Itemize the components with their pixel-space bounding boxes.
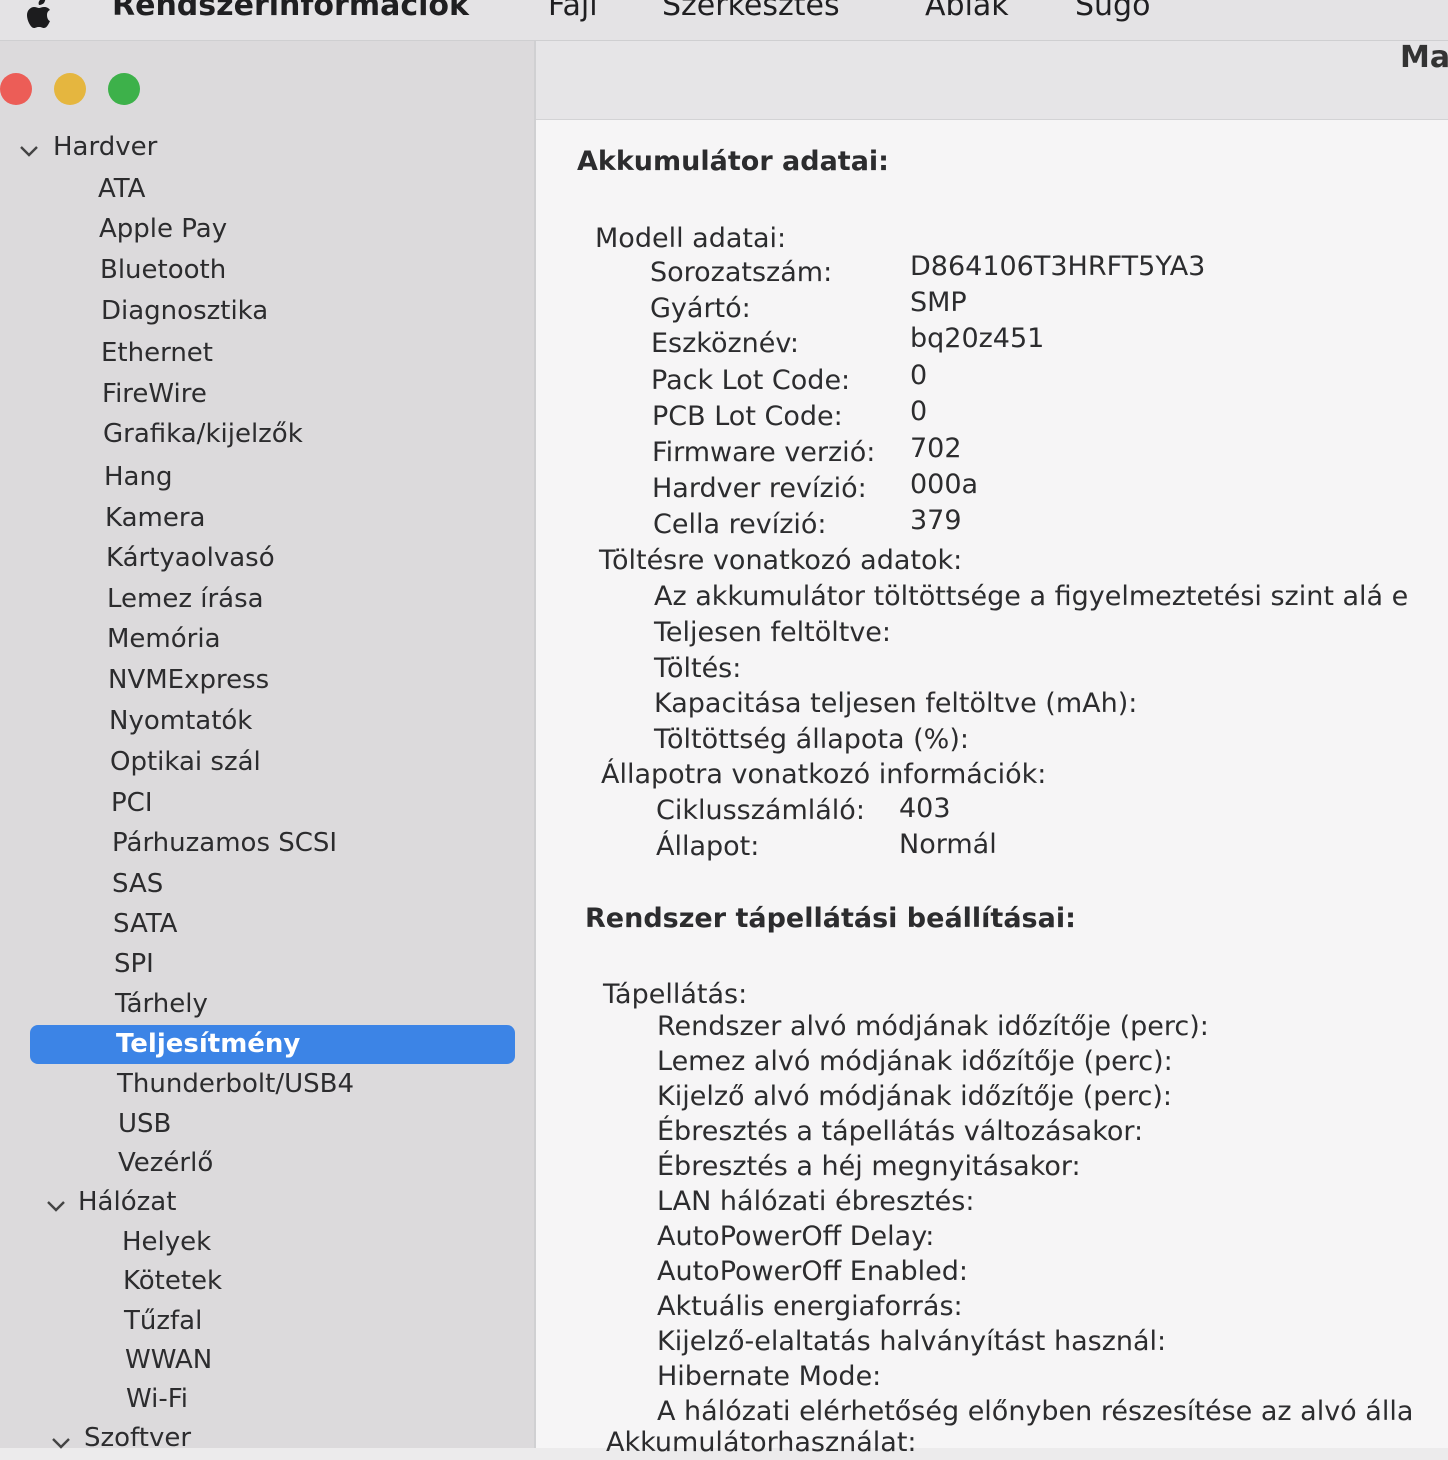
sidebar-item-firewire[interactable]: FireWire <box>102 377 207 411</box>
chevron-down-icon[interactable] <box>18 140 40 162</box>
menu-app-name[interactable]: Rendszerinformációk <box>112 0 469 23</box>
sidebar-item-nvmexpress[interactable]: NVMExpress <box>108 663 269 697</box>
menu-file[interactable]: Fájl <box>548 0 598 23</box>
section-heading-battery: Akkumulátor adatai: <box>577 146 889 177</box>
power-field-label: Lemez alvó módjának időzítője (perc): <box>657 1046 1173 1077</box>
battery-field-label: Gyártó: <box>650 293 751 324</box>
battery-field-label: PCB Lot Code: <box>652 401 843 432</box>
power-field-label: Kijelző-elaltatás halványítást használ: <box>657 1326 1167 1357</box>
sidebar-item-lemez-r-sa[interactable]: Lemez írása <box>107 582 264 616</box>
header-title: Ma <box>1400 40 1448 75</box>
sidebar-item-usb[interactable]: USB <box>118 1107 171 1141</box>
battery-field-label: Eszköznév: <box>651 328 799 359</box>
subsection-status-info: Állapotra vonatkozó információk: <box>601 759 1047 790</box>
power-field-label: Ébresztés a héj megnyitásakor: <box>657 1151 1081 1182</box>
power-field-label: Ébresztés a tápellátás változásakor: <box>657 1116 1144 1147</box>
sidebar-group-network[interactable]: Hálózat <box>78 1185 176 1219</box>
chevron-down-icon[interactable] <box>50 1432 72 1454</box>
sidebar-item-optikai-sz-l[interactable]: Optikai szál <box>110 745 261 779</box>
sidebar-item-wwan[interactable]: WWAN <box>125 1343 212 1377</box>
power-field-label: Rendszer alvó módjának időzítője (perc): <box>657 1011 1209 1042</box>
power-field-label: Aktuális energiaforrás: <box>657 1291 963 1322</box>
sidebar-group-hardware[interactable]: Hardver <box>53 130 157 164</box>
charge-field-label: Kapacitása teljesen feltöltve (mAh): <box>654 688 1138 719</box>
charge-field-label: Teljesen feltöltve: <box>654 617 892 648</box>
battery-field-label: Pack Lot Code: <box>651 365 851 396</box>
sidebar-item-vez-rl-[interactable]: Vezérlő <box>118 1146 213 1180</box>
battery-field-value: SMP <box>910 287 967 318</box>
sidebar-item-teljes-tm-ny[interactable]: Teljesítmény <box>116 1027 300 1061</box>
sidebar-item-sas[interactable]: SAS <box>112 867 163 901</box>
charge-field-label: Az akkumulátor töltöttsége a figyelmezte… <box>654 581 1409 612</box>
battery-field-label: Firmware verzió: <box>652 437 876 468</box>
battery-field-value: 000a <box>910 469 979 500</box>
sidebar-item-k-tetek[interactable]: Kötetek <box>123 1264 222 1298</box>
subsection-power: Tápellátás: <box>603 979 748 1010</box>
sidebar-item-wi-fi[interactable]: Wi-Fi <box>126 1382 188 1416</box>
sidebar-item-nyomtat-k[interactable]: Nyomtatók <box>109 704 252 738</box>
sidebar-item-p-rhuzamos-scsi[interactable]: Párhuzamos SCSI <box>112 826 337 860</box>
power-field-label: Hibernate Mode: <box>657 1361 882 1392</box>
power-field-label: AutoPowerOff Delay: <box>657 1221 935 1252</box>
battery-field-value: 0 <box>910 360 928 391</box>
status-field-label: Állapot: <box>656 831 760 862</box>
sidebar-item-ethernet[interactable]: Ethernet <box>101 336 213 370</box>
subsection-charge-info: Töltésre vonatkozó adatok: <box>599 545 963 576</box>
chevron-down-icon[interactable] <box>45 1195 67 1217</box>
battery-field-value: 379 <box>910 505 962 536</box>
battery-field-value: bq20z451 <box>910 323 1045 354</box>
sidebar-item-grafika-kijelz-k[interactable]: Grafika/kijelzők <box>103 417 303 451</box>
sidebar-group-software[interactable]: Szoftver <box>84 1421 191 1455</box>
close-window-button[interactable] <box>0 73 32 105</box>
status-field-label: Ciklusszámláló: <box>656 795 865 826</box>
battery-field-label: Cella revízió: <box>653 509 827 540</box>
menu-edit[interactable]: Szerkesztés <box>662 0 840 23</box>
sidebar-item-sata[interactable]: SATA <box>113 907 177 941</box>
battery-field-value: D864106T3HRFT5YA3 <box>910 251 1206 282</box>
sidebar <box>0 41 534 1448</box>
content-header <box>536 41 1448 120</box>
zoom-window-button[interactable] <box>108 73 140 105</box>
sidebar-item-t-zfal[interactable]: Tűzfal <box>124 1304 202 1338</box>
battery-field-value: 702 <box>910 433 962 464</box>
battery-field-label: Hardver revízió: <box>652 473 867 504</box>
sidebar-item-pci[interactable]: PCI <box>111 786 153 820</box>
battery-field-value: 0 <box>910 396 928 427</box>
menu-bar: Rendszerinformációk Fájl Szerkesztés Abl… <box>0 0 1448 41</box>
sidebar-item-k-rtyaolvas-[interactable]: Kártyaolvasó <box>106 541 275 575</box>
sidebar-item-apple-pay[interactable]: Apple Pay <box>99 212 227 246</box>
sidebar-item-diagnosztika[interactable]: Diagnosztika <box>101 294 268 328</box>
power-field-label: AutoPowerOff Enabled: <box>657 1256 968 1287</box>
minimize-window-button[interactable] <box>54 73 86 105</box>
status-field-value: Normál <box>899 829 997 860</box>
menu-window[interactable]: Ablak <box>925 0 1009 23</box>
section-heading-power: Rendszer tápellátási beállításai: <box>585 903 1076 934</box>
battery-field-label: Sorozatszám: <box>650 257 833 288</box>
sidebar-item-helyek[interactable]: Helyek <box>122 1225 211 1259</box>
menu-help[interactable]: Súgó <box>1075 0 1150 23</box>
sidebar-item-ata[interactable]: ATA <box>98 172 145 206</box>
power-field-label: LAN hálózati ébresztés: <box>657 1186 975 1217</box>
sidebar-item-bluetooth[interactable]: Bluetooth <box>100 253 226 287</box>
apple-logo-icon[interactable] <box>20 0 60 34</box>
charge-field-label: Töltés: <box>654 653 742 684</box>
sidebar-item-hang[interactable]: Hang <box>104 460 172 494</box>
subsection-battery-usage: Akkumulátorhasználat: <box>606 1427 917 1458</box>
status-field-value: 403 <box>899 793 951 824</box>
sidebar-item-thunderbolt-usb4[interactable]: Thunderbolt/USB4 <box>117 1067 354 1101</box>
sidebar-item-spi[interactable]: SPI <box>114 947 154 981</box>
sidebar-item-t-rhely[interactable]: Tárhely <box>115 987 208 1021</box>
subsection-model-info: Modell adatai: <box>595 223 787 254</box>
power-field-label: Kijelző alvó módjának időzítője (perc): <box>657 1081 1173 1112</box>
power-field-label: A hálózati elérhetőség előnyben részesít… <box>657 1396 1414 1427</box>
sidebar-item-kamera[interactable]: Kamera <box>105 501 205 535</box>
charge-field-label: Töltöttség állapota (%): <box>654 724 969 755</box>
sidebar-item-mem-ria[interactable]: Memória <box>107 622 221 656</box>
